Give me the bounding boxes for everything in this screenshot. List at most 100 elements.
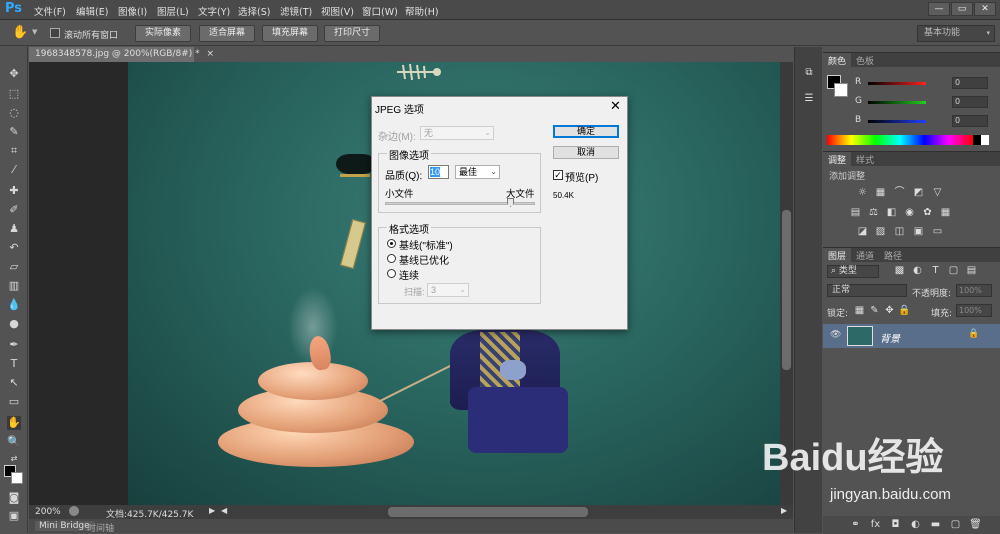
tab-swatches[interactable]: 色板 bbox=[851, 53, 879, 68]
filter-adjustment-icon[interactable]: ◐ bbox=[911, 265, 924, 277]
curves-icon[interactable]: ⌒ bbox=[893, 187, 906, 199]
color-lookup-icon[interactable]: ▦ bbox=[939, 207, 952, 219]
photo-filter-icon[interactable]: ◉ bbox=[903, 207, 916, 219]
rectangle-tool-icon[interactable]: ▭ bbox=[7, 395, 21, 409]
visibility-eye-icon[interactable]: 👁 bbox=[830, 330, 841, 340]
brightness-icon[interactable]: ☼ bbox=[856, 187, 869, 199]
lock-pixels-icon[interactable]: ✎ bbox=[868, 305, 881, 317]
close-tab-icon[interactable]: × bbox=[206, 49, 214, 59]
color-spectrum-bar[interactable] bbox=[827, 135, 973, 145]
history-brush-tool-icon[interactable]: ↶ bbox=[7, 241, 21, 255]
status-menu-arrow-icon[interactable]: ▶ bbox=[209, 506, 215, 515]
quality-slider-thumb[interactable] bbox=[507, 198, 514, 207]
channel-mixer-icon[interactable]: ✿ bbox=[921, 207, 934, 219]
menu-window[interactable]: 窗口(W) bbox=[362, 4, 398, 18]
close-button[interactable]: ✕ bbox=[974, 2, 996, 16]
preview-checkbox[interactable]: ✓ bbox=[553, 170, 563, 180]
document-tab[interactable]: 1968348578.jpg @ 200%(RGB/8#) * × bbox=[29, 47, 214, 62]
black-white-icon[interactable]: ◧ bbox=[885, 207, 898, 219]
tab-timeline[interactable]: 时间轴 bbox=[87, 521, 114, 534]
pen-tool-icon[interactable]: ✒ bbox=[7, 338, 21, 352]
menu-file[interactable]: 文件(F) bbox=[34, 4, 66, 18]
zoom-tool-icon[interactable]: 🔍 bbox=[7, 435, 21, 449]
channel-b-value[interactable]: 0 bbox=[952, 115, 988, 127]
brush-tool-icon[interactable]: ✐ bbox=[7, 203, 21, 217]
tab-mini-bridge[interactable]: Mini Bridge bbox=[35, 521, 94, 531]
blur-tool-icon[interactable]: 💧 bbox=[7, 298, 21, 312]
filter-type-icon[interactable]: T bbox=[929, 265, 942, 277]
menu-layer[interactable]: 图层(L) bbox=[157, 4, 189, 18]
new-group-icon[interactable]: ▬ bbox=[929, 519, 942, 531]
channel-g-value[interactable]: 0 bbox=[952, 96, 988, 108]
lock-transparent-icon[interactable]: ▦ bbox=[853, 305, 866, 317]
threshold-icon[interactable]: ◫ bbox=[893, 226, 906, 238]
vibrance-icon[interactable]: ▽ bbox=[931, 187, 944, 199]
hue-saturation-icon[interactable]: ▤ bbox=[849, 207, 862, 219]
lock-all-icon[interactable]: 🔒 bbox=[898, 305, 911, 317]
background-color-chip[interactable] bbox=[834, 83, 848, 97]
clone-stamp-tool-icon[interactable]: ♟ bbox=[7, 222, 21, 236]
filter-smart-icon[interactable]: ▤ bbox=[965, 265, 978, 277]
vertical-scrollbar-thumb[interactable] bbox=[782, 210, 791, 370]
exposure-icon[interactable]: ◩ bbox=[912, 187, 925, 199]
tool-preset-dropdown-icon[interactable]: ▼ bbox=[32, 28, 37, 36]
layer-filter-select[interactable]: ⌕ 类型 bbox=[827, 265, 879, 278]
filter-pixel-icon[interactable]: ▩ bbox=[893, 265, 906, 277]
zoom-level[interactable]: 200% bbox=[35, 507, 61, 517]
dialog-close-icon[interactable]: ✕ bbox=[610, 98, 621, 114]
swap-colors-icon[interactable]: ⇄ bbox=[7, 452, 21, 466]
menu-image[interactable]: 图像(I) bbox=[118, 4, 147, 18]
gradient-map-icon[interactable]: ▭ bbox=[931, 226, 944, 238]
quality-preset-select[interactable]: 最佳 ⌄ bbox=[455, 165, 500, 179]
layer-name[interactable]: 背景 bbox=[880, 330, 900, 345]
scroll-all-checkbox[interactable] bbox=[50, 28, 60, 38]
new-adjustment-icon[interactable]: ◐ bbox=[909, 519, 922, 531]
selective-color-icon[interactable]: ▣ bbox=[912, 226, 925, 238]
channel-g-slider[interactable]: 0 bbox=[868, 96, 998, 108]
layer-row[interactable]: 👁 背景 🔒 bbox=[823, 324, 1000, 348]
tab-paths[interactable]: 路径 bbox=[879, 248, 907, 263]
tab-color[interactable]: 颜色 bbox=[823, 53, 852, 68]
tab-channels[interactable]: 通道 bbox=[851, 248, 879, 263]
menu-filter[interactable]: 滤镜(T) bbox=[280, 4, 312, 18]
crop-tool-icon[interactable]: ⌗ bbox=[7, 144, 21, 158]
quick-select-tool-icon[interactable]: ✎ bbox=[7, 125, 21, 139]
matte-select[interactable]: 无 ⌄ bbox=[420, 126, 494, 140]
blend-mode-select[interactable]: 正常 bbox=[827, 284, 907, 297]
path-select-tool-icon[interactable]: ↖ bbox=[7, 376, 21, 390]
background-color-swatch[interactable] bbox=[11, 472, 23, 484]
new-layer-icon[interactable]: ▢ bbox=[949, 519, 962, 531]
quick-mask-icon[interactable]: ◙ bbox=[7, 491, 21, 505]
menu-help[interactable]: 帮助(H) bbox=[405, 4, 439, 18]
restore-button[interactable]: ▭ bbox=[951, 2, 973, 16]
scroll-right-icon[interactable]: ▶ bbox=[781, 506, 787, 515]
eyedropper-tool-icon[interactable]: ⁄ bbox=[7, 163, 21, 177]
healing-brush-tool-icon[interactable]: ✚ bbox=[7, 184, 21, 198]
cancel-button[interactable]: 取消 bbox=[553, 146, 619, 159]
scans-select[interactable]: 3 ⌄ bbox=[427, 283, 469, 297]
lock-position-icon[interactable]: ✥ bbox=[883, 305, 896, 317]
fit-screen-button[interactable]: 适合屏幕 bbox=[199, 25, 255, 42]
channel-r-slider[interactable]: 0 bbox=[868, 77, 998, 89]
menu-edit[interactable]: 编辑(E) bbox=[76, 4, 108, 18]
spectrum-white-chip[interactable] bbox=[981, 135, 989, 145]
channel-r-value[interactable]: 0 bbox=[952, 77, 988, 89]
ok-button[interactable]: 确定 bbox=[553, 125, 619, 138]
type-tool-icon[interactable]: T bbox=[7, 357, 21, 371]
move-tool-icon[interactable]: ✥ bbox=[7, 67, 21, 81]
tab-adjustments[interactable]: 调整 bbox=[823, 152, 852, 167]
status-info-icon[interactable] bbox=[69, 506, 79, 516]
history-panel-icon[interactable]: ⧉ bbox=[802, 67, 816, 81]
lasso-tool-icon[interactable]: ◌ bbox=[7, 106, 21, 120]
quality-input[interactable]: 10 bbox=[428, 165, 449, 179]
tab-layers[interactable]: 图层 bbox=[823, 248, 852, 263]
tab-styles[interactable]: 样式 bbox=[851, 152, 879, 167]
properties-panel-icon[interactable]: ☰ bbox=[802, 93, 816, 107]
gradient-tool-icon[interactable]: ▥ bbox=[7, 279, 21, 293]
fill-field[interactable]: 100% bbox=[956, 304, 992, 317]
channel-b-slider[interactable]: 0 bbox=[868, 115, 998, 127]
menu-view[interactable]: 视图(V) bbox=[321, 4, 354, 18]
spectrum-black-chip[interactable] bbox=[973, 135, 981, 145]
print-size-button[interactable]: 打印尺寸 bbox=[324, 25, 380, 42]
layer-style-icon[interactable]: fx bbox=[869, 519, 882, 531]
